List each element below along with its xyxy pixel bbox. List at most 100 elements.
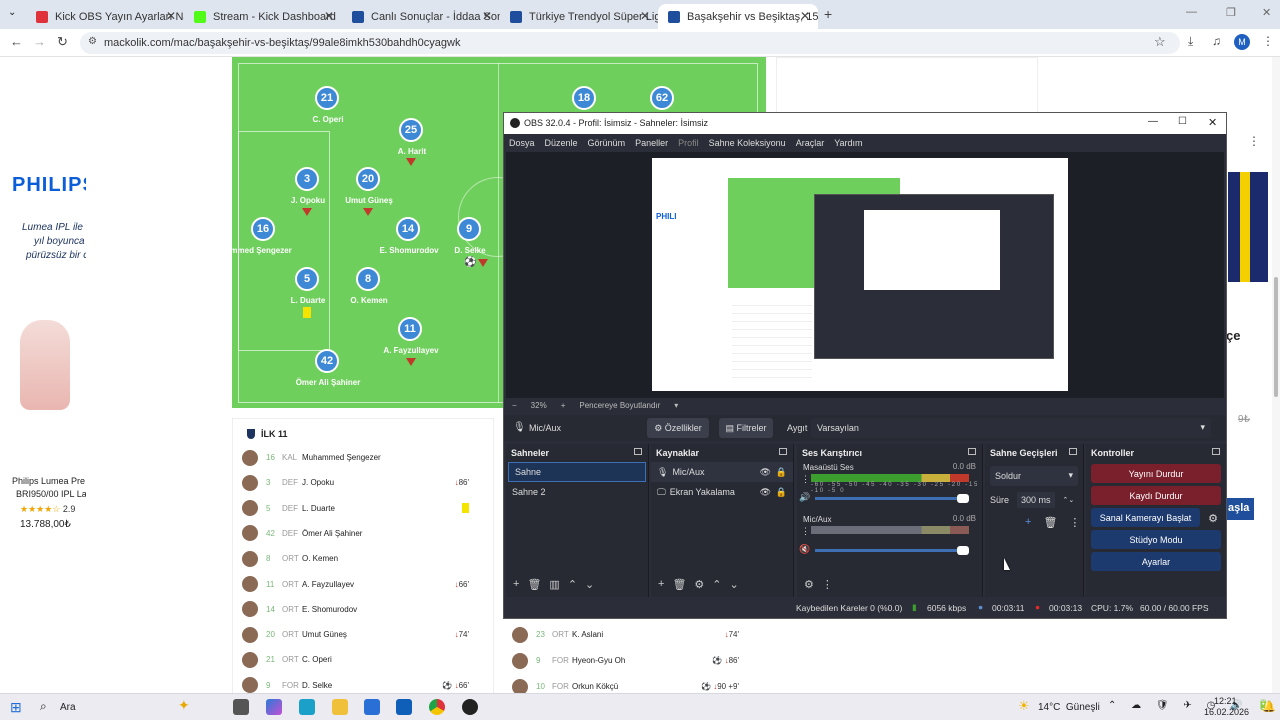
obs-menu-item[interactable]: Araçlar — [796, 138, 825, 148]
search-icon[interactable]: ⌕ — [40, 699, 47, 714]
obs-taskbar-icon[interactable] — [462, 699, 478, 715]
stop-recording-button[interactable]: Kaydı Durdur — [1091, 486, 1221, 505]
clock-time[interactable]: 12:21 — [1214, 696, 1237, 706]
dock-undock-icon[interactable] — [779, 448, 787, 455]
volume-icon[interactable]: 🔊 — [799, 492, 810, 503]
clock-date[interactable]: 16.02.2026 — [1204, 707, 1249, 717]
lineup-row[interactable]: 5 DEF L. Duarte — [242, 495, 487, 521]
scrollbar-thumb[interactable] — [1274, 277, 1278, 397]
dock-undock-icon[interactable] — [1212, 448, 1220, 455]
add-icon[interactable]: + — [513, 578, 519, 590]
lineup-row[interactable]: 20 ORT Umut Güneş ↓74' — [242, 622, 487, 648]
gear-icon[interactable]: ⚙ — [694, 578, 704, 591]
start-virtual-camera-button[interactable]: Sanal Kamerayı Başlat — [1091, 508, 1200, 527]
chevron-down-icon[interactable]: ⌄ — [585, 578, 594, 591]
obs-menu-item[interactable]: Yardım — [834, 138, 862, 148]
zoom-in-icon[interactable]: + — [561, 401, 566, 410]
fit-label[interactable]: Pencereye Boyutlandır — [579, 401, 660, 410]
slider-handle[interactable] — [957, 546, 969, 555]
chevron-up-icon[interactable]: ⌃ — [712, 578, 721, 591]
player-marker[interactable]: 21 — [315, 86, 339, 110]
gear-icon[interactable]: ⚙ — [1208, 512, 1218, 525]
weather-text[interactable]: 14°C Güneşli — [1038, 702, 1100, 713]
properties-button[interactable]: ⚙ Özellikler — [647, 418, 709, 438]
volume-slider[interactable] — [815, 494, 969, 503]
player-marker[interactable]: 16 — [251, 217, 275, 241]
device-select[interactable]: Varsayılan ▾ — [811, 418, 1211, 438]
browser-tab-5[interactable]: Başakşehir vs Beşiktaş, 15.02.20 ✕ — [658, 4, 818, 29]
player-marker[interactable]: 3 — [295, 167, 319, 191]
store-icon[interactable] — [364, 699, 380, 715]
close-window-icon[interactable]: ✕ — [1262, 6, 1271, 19]
browser-tab-1[interactable]: Kick OBS Yayın Ayarları Nasıl Ya ✕ — [26, 4, 184, 29]
stop-stream-button[interactable]: Yayını Durdur — [1091, 464, 1221, 483]
settings-button[interactable]: Ayarlar — [1091, 552, 1221, 571]
studio-mode-button[interactable]: Stüdyo Modu — [1091, 530, 1221, 549]
browser-tab-2[interactable]: Stream - Kick Dashboard ✕ — [184, 4, 342, 29]
page-scrollbar[interactable] — [1272, 57, 1280, 693]
menu-icon[interactable]: ⋮ — [1262, 34, 1274, 48]
browser-tab-4[interactable]: Türkiye Trendyol Süper Lig 2025 ✕ — [500, 4, 658, 29]
ad-right-button[interactable]: aşla — [1226, 498, 1254, 520]
duration-input[interactable]: 300 ms — [1017, 492, 1055, 508]
more-icon[interactable]: ⋮ — [801, 526, 810, 537]
trash-icon[interactable]: 🗑 — [672, 578, 686, 591]
player-marker[interactable]: 25 — [399, 118, 423, 142]
download-icon[interactable]: ⤓ — [1188, 34, 1193, 49]
obs-menu-item[interactable]: Profil — [678, 138, 699, 148]
url-text[interactable]: mackolik.com/mac/başakşehir-vs-beşiktaş/… — [104, 37, 460, 49]
lineup-row[interactable]: 3 DEF J. Opoku ↓86' — [242, 470, 487, 496]
obs-menu-item[interactable]: Paneller — [635, 138, 668, 148]
close-icon[interactable]: ✕ — [166, 9, 176, 23]
lock-icon[interactable]: 🔒 — [776, 467, 787, 478]
player-marker[interactable]: 62 — [650, 86, 674, 110]
player-marker[interactable]: 9 — [457, 217, 481, 241]
close-icon[interactable]: ✕ — [324, 9, 334, 23]
obs-menu-item[interactable]: Sahne Koleksiyonu — [709, 138, 786, 148]
slider-handle[interactable] — [957, 494, 969, 503]
more-icon[interactable]: ⋮ — [1069, 516, 1080, 529]
volume-muted-icon[interactable]: 🔇 — [799, 544, 810, 555]
lineup-row[interactable]: 9 FOR Hyeon-Gyu Oh ⚽ ↓86' — [512, 648, 757, 673]
obs-maximize-icon[interactable]: ☐ — [1178, 116, 1187, 127]
close-icon[interactable]: ✕ — [482, 9, 492, 23]
lineup-row[interactable]: 11 ORT A. Fayzullayev ↓66' — [242, 571, 487, 597]
eye-icon[interactable]: 👁 — [760, 487, 771, 498]
minimize-icon[interactable]: — — [1186, 6, 1197, 18]
chevron-down-icon[interactable]: ⌄ — [730, 578, 739, 591]
lineup-row[interactable]: 14 ORT E. Shomurodov — [242, 596, 487, 622]
zoom-out-icon[interactable]: − — [512, 401, 517, 410]
obs-menu-item[interactable]: Düzenle — [545, 138, 578, 148]
media-icon[interactable]: ♫ — [1212, 34, 1221, 48]
lineup-row[interactable]: 16 KAL Muhammed Şengezer — [242, 445, 487, 470]
obs-close-icon[interactable]: ✕ — [1208, 116, 1217, 129]
chevron-down-icon[interactable]: ▾ — [674, 401, 678, 410]
obs-minimize-icon[interactable]: — — [1148, 116, 1158, 127]
dock-undock-icon[interactable] — [634, 448, 642, 455]
filter-icon[interactable]: ▥ — [549, 578, 559, 591]
scene-item[interactable]: Sahne — [508, 462, 646, 482]
player-marker[interactable]: 8 — [356, 267, 380, 291]
lineup-row[interactable]: 21 ORT C. Operi — [242, 647, 487, 673]
add-icon[interactable]: + — [1025, 516, 1031, 529]
stepper-icon[interactable]: ⌃⌄ — [1063, 496, 1075, 504]
transition-select[interactable]: Soldur ▾ — [990, 466, 1078, 486]
lineup-row[interactable]: 42 DEF Ömer Ali Şahiner — [242, 520, 487, 546]
ad-menu-icon[interactable]: ⋮ — [1248, 134, 1260, 148]
avatar[interactable]: M — [1234, 34, 1250, 50]
dock-undock-icon[interactable] — [1069, 448, 1077, 455]
more-icon[interactable]: ⋮ — [822, 578, 833, 591]
browser-tab-3[interactable]: Canlı Sonuçlar - İddaa Sonuçla ✕ — [342, 4, 500, 29]
start-icon[interactable]: ⊞ — [10, 699, 22, 716]
source-item[interactable]: 🖵 Ekran Yakalama 👁 🔒 — [651, 482, 793, 502]
player-marker[interactable]: 20 — [356, 167, 380, 191]
tray-icons[interactable]: ⌃ ☁ 🛡 ✈ ◷ 🔊 🔋 — [1108, 700, 1276, 711]
file-explorer-icon[interactable] — [332, 699, 348, 715]
obs-preview[interactable]: PHILI — [506, 152, 1224, 398]
tab-list-chevron-icon[interactable]: ⌄ — [8, 7, 16, 18]
lineup-row[interactable]: 8 ORT O. Kemen — [242, 546, 487, 572]
outlook-icon[interactable] — [396, 699, 412, 715]
chevron-up-icon[interactable]: ⌃ — [568, 578, 577, 591]
forward-icon[interactable]: → — [33, 34, 46, 49]
new-tab-icon[interactable]: + — [824, 6, 832, 22]
